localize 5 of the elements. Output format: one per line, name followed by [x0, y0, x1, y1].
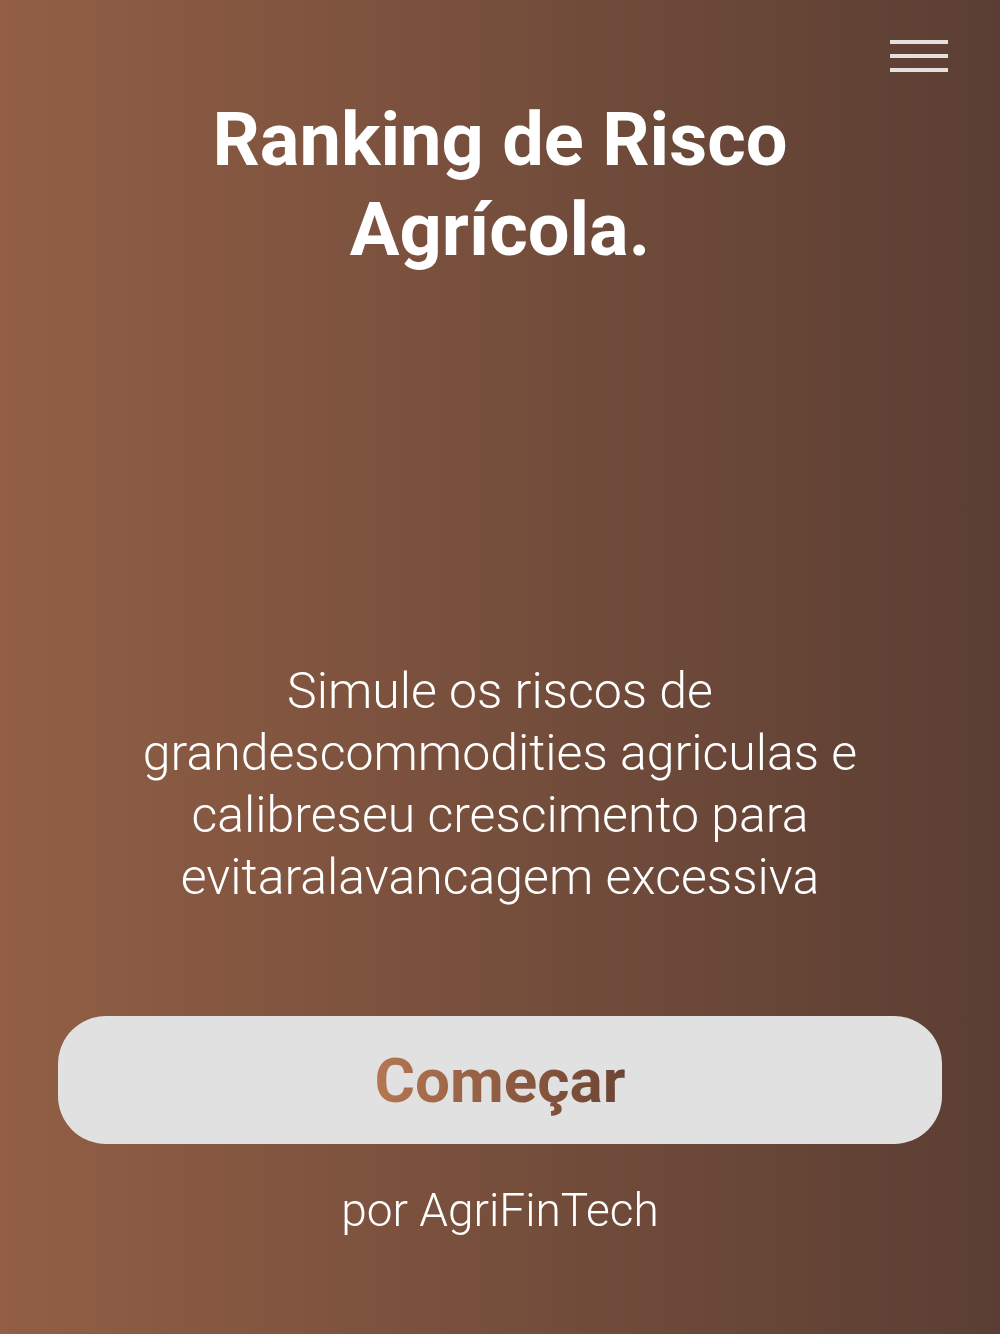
page-title: Ranking de Risco Agrícola.: [211, 95, 789, 275]
footer-text: por AgriFinTech: [341, 1182, 659, 1238]
menu-icon[interactable]: [890, 40, 948, 72]
start-button[interactable]: Começar: [58, 1016, 942, 1144]
description-text: Simule os riscos de grandescommodities agriculas e calibreseu crescimento para evitaralavancagem excessiva: [141, 661, 859, 908]
